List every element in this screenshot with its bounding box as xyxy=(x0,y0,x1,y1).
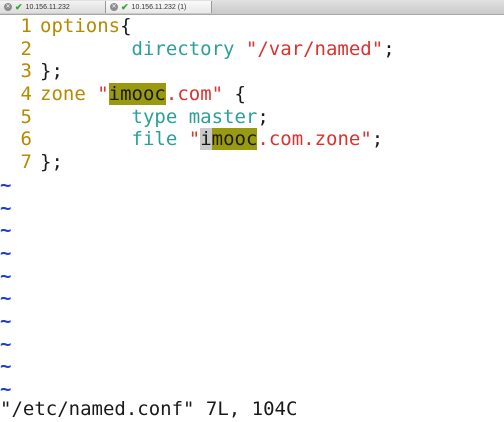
punctuation: ; xyxy=(371,128,384,151)
string-quote: " xyxy=(97,83,109,106)
close-tab-icon[interactable]: ✕ xyxy=(4,3,12,11)
string: .com" xyxy=(165,83,224,106)
empty-line-markers: ~ ~ ~ ~ ~ ~ ~ ~ ~ ~ xyxy=(0,174,504,401)
vim-editor[interactable]: 1 options{ 2 directory "/var/named"; 3}; … xyxy=(0,15,504,401)
tab-label: 10.156.11.232 (1) xyxy=(131,3,187,11)
code-line: 1 options{ xyxy=(0,15,504,38)
tilde-marker: ~ xyxy=(0,264,12,287)
code-line: 2 directory "/var/named"; xyxy=(0,38,504,61)
code-line: 7}; xyxy=(0,151,504,174)
line-number: 7 xyxy=(20,151,32,174)
line-number: 6 xyxy=(20,128,32,151)
tilde-marker: ~ xyxy=(0,309,12,332)
string: .com.zone" xyxy=(257,128,372,151)
keyword: zone xyxy=(40,83,86,106)
code-line: 4 zone "imooc.com" { xyxy=(0,83,504,106)
line-number: 2 xyxy=(20,37,32,60)
tab-session-1[interactable]: ✕ ✔ 10.156.11.232 xyxy=(0,1,106,13)
tilde-marker: ~ xyxy=(0,173,12,196)
tilde-marker: ~ xyxy=(0,332,12,355)
tab-session-2[interactable]: ✕ ✔ 10.156.11.232 (1) xyxy=(106,1,212,13)
tilde-marker: ~ xyxy=(0,219,12,242)
keyword: directory xyxy=(131,37,235,60)
string: "/var/named" xyxy=(245,37,384,60)
close-tab-icon[interactable]: ✕ xyxy=(110,3,118,11)
line-number: 4 xyxy=(20,83,32,106)
line-number: 1 xyxy=(20,15,32,37)
code-line: 6 file "imooc.com.zone"; xyxy=(0,128,504,151)
punctuation: ; xyxy=(383,37,395,60)
string-quote: " xyxy=(188,128,201,151)
tilde-marker: ~ xyxy=(0,355,12,378)
search-match: imooc xyxy=(108,83,166,106)
keyword: file xyxy=(131,128,178,151)
tilde-marker: ~ xyxy=(0,241,12,264)
value: master xyxy=(188,105,258,128)
check-icon: ✔ xyxy=(15,2,23,12)
line-number: 3 xyxy=(20,60,32,83)
code-text: }; xyxy=(40,60,63,83)
tab-label: 10.156.11.232 xyxy=(25,3,70,11)
punctuation: { xyxy=(120,15,132,37)
tilde-marker: ~ xyxy=(0,196,12,219)
code-text: }; xyxy=(40,151,63,174)
search-match: mooc xyxy=(211,128,258,151)
terminal-tab-bar: ✕ ✔ 10.156.11.232 ✕ ✔ 10.156.11.232 (1) xyxy=(0,0,504,15)
tilde-marker: ~ xyxy=(0,287,12,310)
vim-status-line: "/etc/named.conf" 7L, 104C xyxy=(0,398,298,420)
check-icon: ✔ xyxy=(121,2,129,12)
code-line: 5 type master; xyxy=(0,106,504,129)
text-cursor[interactable]: i xyxy=(200,128,212,151)
punctuation: { xyxy=(234,83,246,106)
punctuation: ; xyxy=(257,105,269,128)
code-line: 3}; xyxy=(0,60,504,83)
keyword: options xyxy=(40,15,121,37)
keyword: type xyxy=(131,105,178,128)
line-number: 5 xyxy=(20,105,32,128)
